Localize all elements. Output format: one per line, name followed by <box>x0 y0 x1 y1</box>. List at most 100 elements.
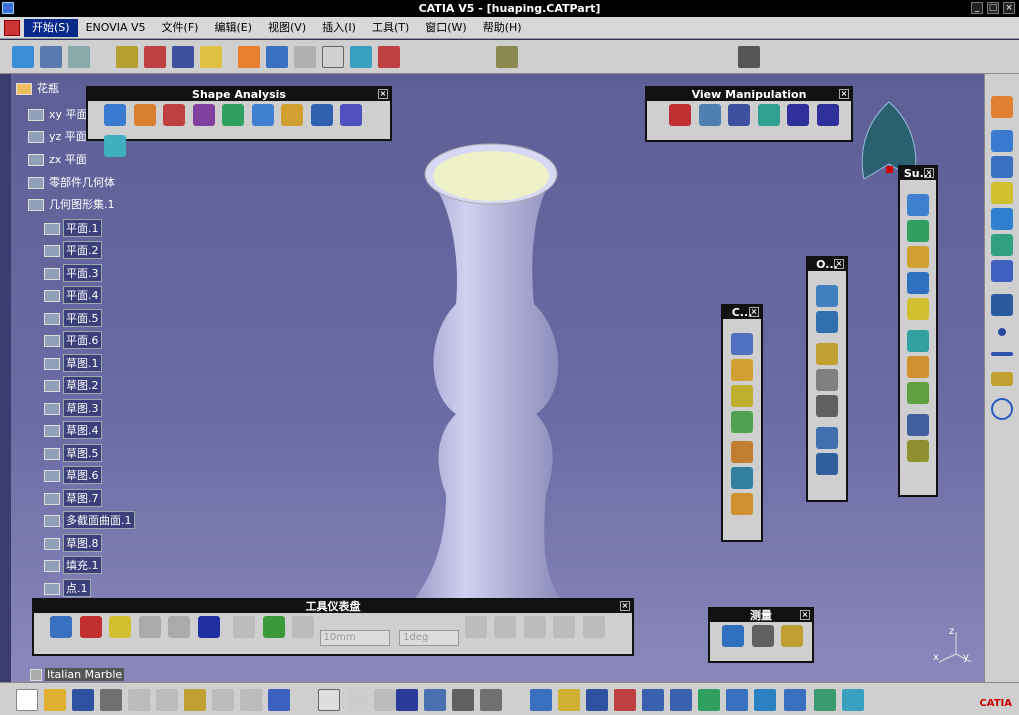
print-icon[interactable] <box>100 689 122 711</box>
spline-icon[interactable] <box>731 493 753 515</box>
menu-edit[interactable]: 编辑(E) <box>206 19 260 37</box>
connect-checker-icon[interactable] <box>104 104 126 126</box>
grid-a-icon[interactable] <box>464 616 487 638</box>
redo-icon[interactable] <box>240 689 262 711</box>
whats-this-icon[interactable] <box>268 689 290 711</box>
rewind-icon[interactable] <box>787 104 809 126</box>
cube-icon[interactable] <box>350 46 372 68</box>
shading-icon[interactable] <box>784 689 806 711</box>
measure-inertia-icon[interactable] <box>781 625 803 647</box>
blend-icon[interactable] <box>907 414 929 436</box>
swap-icon[interactable] <box>294 46 316 68</box>
tree-item[interactable]: 草图.1 <box>44 354 102 372</box>
fly-icon[interactable] <box>266 46 288 68</box>
multi-view-icon[interactable] <box>726 689 748 711</box>
app-icon[interactable] <box>2 2 14 14</box>
update-icon[interactable] <box>144 46 166 68</box>
helix-icon[interactable] <box>991 260 1013 282</box>
close-icon[interactable]: × <box>620 601 630 611</box>
tree-item[interactable]: xy 平面 <box>28 106 90 122</box>
pointer-icon[interactable] <box>292 616 314 638</box>
point-icon[interactable] <box>998 328 1006 336</box>
rule-icon[interactable] <box>480 689 502 711</box>
menu-window[interactable]: 窗口(W) <box>417 19 474 37</box>
extrude-surface-icon[interactable] <box>991 208 1013 230</box>
save-icon[interactable] <box>72 689 94 711</box>
line-icon[interactable] <box>991 352 1013 356</box>
highlight-mode-icon[interactable] <box>109 616 131 638</box>
tree-item[interactable]: 草图.7 <box>44 489 102 507</box>
tree-item[interactable]: yz 平面 <box>28 128 89 144</box>
tree-item[interactable]: 平面.1 <box>44 219 102 237</box>
hide-icon[interactable] <box>79 616 102 638</box>
brush-icon[interactable] <box>738 46 760 68</box>
catalog-icon[interactable] <box>40 46 62 68</box>
grid-d-icon[interactable] <box>553 616 575 638</box>
tree-item[interactable]: 几何图形集.1 <box>28 196 117 212</box>
extrude-icon[interactable] <box>907 194 929 216</box>
tree-item[interactable]: 草图.5 <box>44 444 102 462</box>
select-icon[interactable] <box>991 96 1013 118</box>
curvature-icon[interactable] <box>163 104 185 126</box>
hide-show-icon[interactable] <box>814 689 836 711</box>
light-icon[interactable] <box>374 689 396 711</box>
join-icon[interactable] <box>907 440 929 462</box>
vase-model[interactable] <box>406 134 566 644</box>
revolve-icon[interactable] <box>907 220 929 242</box>
circle-icon[interactable] <box>731 359 753 381</box>
grid-e-icon[interactable] <box>582 616 605 638</box>
table-icon[interactable] <box>396 689 418 711</box>
gauge-icon[interactable] <box>262 616 285 638</box>
projection-icon[interactable] <box>731 467 753 489</box>
fast-forward-icon[interactable] <box>816 104 839 126</box>
line-tool-icon[interactable] <box>991 182 1013 204</box>
part-body-icon[interactable] <box>12 46 34 68</box>
close-icon[interactable]: × <box>749 307 759 317</box>
grid-icon[interactable] <box>378 46 400 68</box>
paste-icon[interactable] <box>184 689 206 711</box>
pattern-tool-icon[interactable] <box>991 294 1013 316</box>
tree-item[interactable]: 平面.5 <box>44 309 102 327</box>
history-icon[interactable] <box>138 616 161 638</box>
translate-icon[interactable] <box>816 369 838 391</box>
close-icon[interactable]: × <box>1003 2 1015 14</box>
left-scrollbar[interactable] <box>0 74 11 682</box>
tree-material[interactable]: Italian Marble <box>30 668 125 681</box>
draft-analysis-icon[interactable] <box>192 104 215 126</box>
view-mode-icon[interactable] <box>669 104 691 126</box>
walk-icon[interactable] <box>698 104 721 126</box>
distance-analysis-icon[interactable] <box>251 104 274 126</box>
menu-insert[interactable]: 插入(I) <box>314 19 364 37</box>
surface-curvature-icon[interactable] <box>222 104 244 126</box>
split-icon[interactable] <box>816 311 838 333</box>
catia-logo-icon[interactable] <box>4 19 20 36</box>
scan-icon[interactable] <box>238 46 260 68</box>
plus-icon[interactable] <box>233 616 255 638</box>
zoom-out-icon[interactable] <box>670 689 692 711</box>
reflection-icon[interactable] <box>281 104 303 126</box>
close-icon[interactable]: × <box>839 89 849 99</box>
highlight-icon[interactable] <box>340 104 362 126</box>
fit-all-icon[interactable] <box>558 689 580 711</box>
maximize-icon[interactable]: □ <box>987 2 999 14</box>
near-icon[interactable] <box>816 453 838 475</box>
sphere-icon[interactable] <box>907 246 929 268</box>
grid-c-icon[interactable] <box>523 616 546 638</box>
tree-item[interactable]: 零部件几何体 <box>28 174 117 190</box>
axis-icon[interactable] <box>322 46 344 68</box>
tree-item[interactable]: 草图.8 <box>44 534 102 552</box>
close-icon[interactable]: × <box>924 168 934 178</box>
tree-item[interactable]: 点.1 <box>44 579 91 597</box>
spiral-icon[interactable] <box>731 441 753 463</box>
tree-item[interactable]: 平面.6 <box>44 331 102 349</box>
tree-item[interactable]: 多截面曲面.1 <box>44 511 135 529</box>
fly-view-icon[interactable] <box>530 689 552 711</box>
plane-tool-icon[interactable] <box>991 372 1013 386</box>
offset-icon[interactable] <box>907 298 929 320</box>
color-icon[interactable] <box>197 616 220 638</box>
menu-tools[interactable]: 工具(T) <box>364 19 417 37</box>
fill-icon[interactable] <box>907 356 929 378</box>
open-icon[interactable] <box>44 689 66 711</box>
sweep-icon[interactable] <box>907 330 929 352</box>
snap-icon[interactable] <box>496 46 518 68</box>
